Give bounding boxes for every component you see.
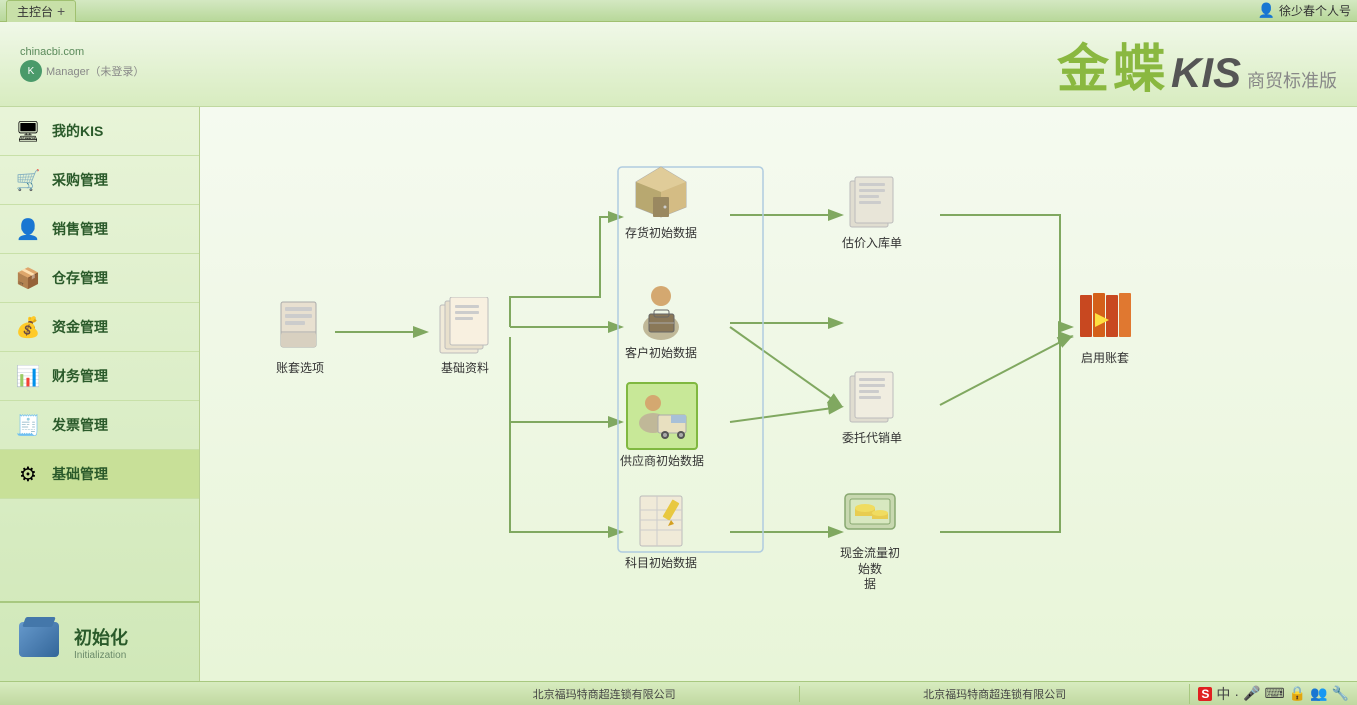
sidebar: 🖥 我的KIS 🛒 采购管理 👤 销售管理 📦 仓存管理 💰 资金管理 📊 财务… [0, 107, 200, 681]
xianjin-icon [840, 482, 900, 542]
gujia-icon [842, 172, 902, 232]
sidebar-label-base: 基础管理 [52, 464, 108, 484]
node-weituo[interactable]: 委托代销单 [842, 367, 902, 447]
gujia-label: 估价入库单 [842, 236, 902, 252]
init-text: 初始化 Initialization [74, 624, 128, 661]
statusbar-icon-tools[interactable]: 🔧 [1332, 685, 1349, 702]
brand-jin: 金 [1057, 27, 1107, 102]
xianjin-label: 现金流量初始数据 [835, 546, 905, 593]
weituo-label: 委托代销单 [842, 431, 902, 447]
base-icon: ⚙ [14, 460, 42, 488]
cunhuo-label: 存货初始数据 [625, 226, 697, 242]
jichu-label: 基础资料 [441, 361, 489, 377]
init-section[interactable]: 初始化 Initialization [0, 601, 199, 681]
statusbar-icon-cn[interactable]: 中 [1216, 684, 1230, 704]
website-label: chinacbi.com [20, 46, 144, 58]
sidebar-label-invoice: 发票管理 [52, 415, 108, 435]
sidebar-item-mykis[interactable]: 🖥 我的KIS [0, 107, 199, 156]
sidebar-item-warehouse[interactable]: 📦 仓存管理 [0, 254, 199, 303]
node-kemu[interactable]: 科目初始数据 [625, 492, 697, 572]
brand: 金 蝶 KIS 商贸标准版 [1057, 27, 1337, 102]
flowchart: 账套选项 基础资料 [220, 127, 1337, 661]
node-cunhuo[interactable]: 存货初始数据 [625, 162, 697, 242]
user-info: 👤 徐少春个人号 [1258, 2, 1351, 19]
weituo-icon [842, 367, 902, 427]
flow-svg [220, 127, 1337, 661]
header: chinacbi.com K Manager（未登录） 金 蝶 KIS 商贸标准… [0, 22, 1357, 107]
cunhuo-icon [631, 162, 691, 222]
titlebar: 主控台 + 👤 徐少春个人号 [0, 0, 1357, 22]
logo-area: chinacbi.com K Manager（未登录） [20, 46, 144, 82]
brand-die: 蝶 [1113, 27, 1165, 102]
sidebar-label-mykis: 我的KIS [52, 121, 103, 141]
statusbar: 北京福玛特商超连锁有限公司 北京福玛特商超连锁有限公司 S 中 · 🎤 ⌨ 🔒 … [0, 681, 1357, 705]
statusbar-right: 北京福玛特商超连锁有限公司 [799, 686, 1189, 702]
init-icon [14, 617, 64, 667]
sidebar-item-funds[interactable]: 💰 资金管理 [0, 303, 199, 352]
logo-icon: K [20, 60, 42, 82]
purchase-icon: 🛒 [14, 166, 42, 194]
zhangset-label: 账套选项 [276, 361, 324, 377]
node-gujia[interactable]: 估价入库单 [842, 172, 902, 252]
jichu-icon [435, 297, 495, 357]
sidebar-label-purchase: 采购管理 [52, 170, 108, 190]
node-kehu[interactable]: 客户初始数据 [625, 282, 697, 362]
kehu-label: 客户初始数据 [625, 346, 697, 362]
sidebar-item-base[interactable]: ⚙ 基础管理 [0, 450, 199, 499]
init-title: 初始化 [74, 624, 128, 650]
statusbar-icon-mic[interactable]: 🎤 [1243, 685, 1260, 702]
sidebar-item-invoice[interactable]: 🧾 发票管理 [0, 401, 199, 450]
gongyingshang-label: 供应商初始数据 [620, 454, 704, 470]
node-zhangset[interactable]: 账套选项 [270, 297, 330, 377]
brand-kis: KIS [1171, 49, 1241, 97]
sidebar-item-sales[interactable]: 👤 销售管理 [0, 205, 199, 254]
statusbar-icon-lock[interactable]: 🔒 [1289, 685, 1306, 702]
funds-icon: 💰 [14, 313, 42, 341]
statusbar-icon-dot[interactable]: · [1234, 686, 1239, 702]
statusbar-icon-users[interactable]: 👥 [1310, 685, 1327, 702]
zhangset-icon [270, 297, 330, 357]
main-tab[interactable]: 主控台 + [6, 0, 76, 22]
brand-subtitle: 商贸标准版 [1247, 67, 1337, 93]
statusbar-icon-s[interactable]: S [1198, 687, 1212, 701]
manager-label: K Manager（未登录） [20, 60, 144, 82]
user-label: 徐少春个人号 [1279, 2, 1351, 19]
invoice-icon: 🧾 [14, 411, 42, 439]
sidebar-label-sales: 销售管理 [52, 219, 108, 239]
mykis-icon: 🖥 [14, 117, 42, 145]
statusbar-icons: S 中 · 🎤 ⌨ 🔒 👥 🔧 [1189, 684, 1357, 704]
qiyong-label: 启用账套 [1081, 351, 1129, 367]
main: 🖥 我的KIS 🛒 采购管理 👤 销售管理 📦 仓存管理 💰 资金管理 📊 财务… [0, 107, 1357, 681]
sidebar-item-purchase[interactable]: 🛒 采购管理 [0, 156, 199, 205]
qiyong-icon [1075, 287, 1135, 347]
gongyingshang-icon [626, 382, 698, 450]
node-gongyingshang[interactable]: 供应商初始数据 [620, 382, 704, 470]
kehu-icon [631, 282, 691, 342]
statusbar-center: 北京福玛特商超连锁有限公司 [409, 686, 798, 702]
kemu-label: 科目初始数据 [625, 556, 697, 572]
node-jichu[interactable]: 基础资料 [435, 297, 495, 377]
sidebar-label-finance: 财务管理 [52, 366, 108, 386]
kemu-icon [631, 492, 691, 552]
warehouse-icon: 📦 [14, 264, 42, 292]
add-tab-icon[interactable]: + [57, 3, 65, 19]
user-avatar-icon: 👤 [1258, 2, 1275, 19]
content-area: 账套选项 基础资料 [200, 107, 1357, 681]
sales-icon: 👤 [14, 215, 42, 243]
sidebar-item-finance[interactable]: 📊 财务管理 [0, 352, 199, 401]
init-subtitle: Initialization [74, 650, 128, 661]
node-qiyong[interactable]: 启用账套 [1075, 287, 1135, 367]
tab-label: 主控台 [17, 3, 53, 20]
sidebar-label-warehouse: 仓存管理 [52, 268, 108, 288]
finance-icon: 📊 [14, 362, 42, 390]
statusbar-icon-kbd[interactable]: ⌨ [1264, 685, 1284, 702]
sidebar-label-funds: 资金管理 [52, 317, 108, 337]
node-xianjin[interactable]: 现金流量初始数据 [835, 482, 905, 593]
